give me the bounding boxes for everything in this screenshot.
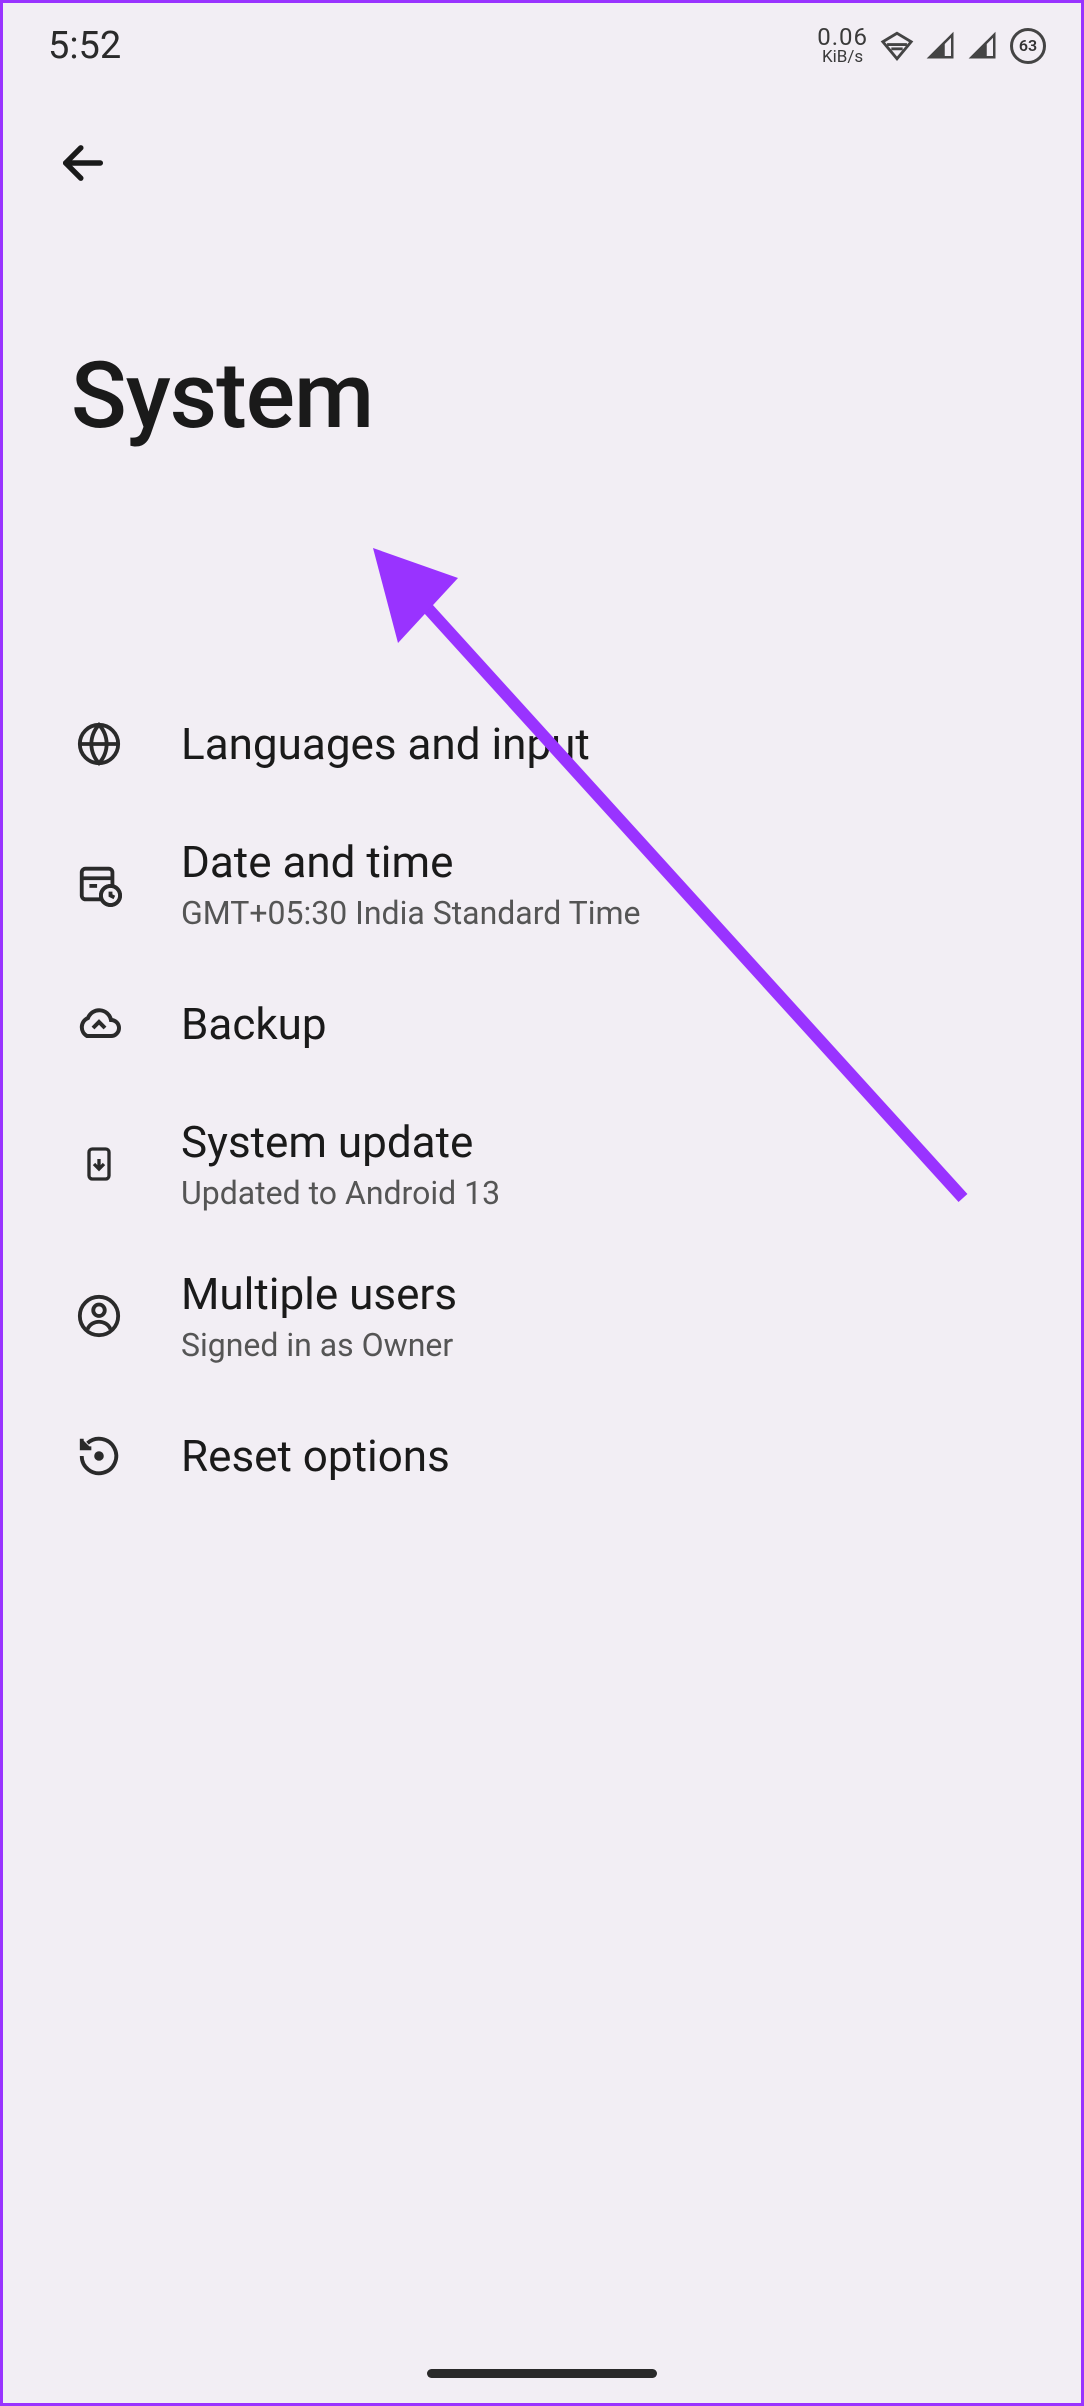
reset-icon xyxy=(75,1432,123,1480)
menu-item-title: Reset options xyxy=(181,1430,450,1482)
signal-icon-1 xyxy=(926,31,956,61)
calendar-clock-icon xyxy=(75,860,123,908)
globe-icon xyxy=(75,720,123,768)
menu-item-title: Multiple users xyxy=(181,1268,457,1320)
page-title: System xyxy=(3,193,1081,450)
phone-download-icon xyxy=(75,1140,123,1188)
status-right: 0.06 KiB/s 63 xyxy=(817,25,1046,66)
menu-list: Languages and input Date and time GMT+05… xyxy=(3,450,1081,1520)
menu-item-subtitle: Updated to Android 13 xyxy=(181,1174,500,1212)
menu-item-subtitle: GMT+05:30 India Standard Time xyxy=(181,894,641,932)
menu-item-date-time[interactable]: Date and time GMT+05:30 India Standard T… xyxy=(3,808,1081,960)
menu-item-system-update[interactable]: System update Updated to Android 13 xyxy=(3,1088,1081,1240)
menu-item-backup[interactable]: Backup xyxy=(3,960,1081,1088)
user-circle-icon xyxy=(75,1292,123,1340)
menu-item-subtitle: Signed in as Owner xyxy=(181,1326,457,1364)
battery-indicator: 63 xyxy=(1010,28,1046,64)
menu-item-title: Languages and input xyxy=(181,718,590,770)
data-rate-unit: KiB/s xyxy=(822,49,863,66)
signal-icon-2 xyxy=(968,31,998,61)
data-rate-value: 0.06 xyxy=(817,25,868,49)
status-time: 5:52 xyxy=(48,24,121,68)
back-button[interactable] xyxy=(53,133,113,193)
status-bar: 5:52 0.06 KiB/s 63 xyxy=(3,3,1081,78)
navigation-handle[interactable] xyxy=(427,2369,657,2378)
cloud-upload-icon xyxy=(75,1000,123,1048)
menu-item-title: System update xyxy=(181,1116,500,1168)
menu-item-title: Backup xyxy=(181,998,327,1050)
menu-item-multiple-users[interactable]: Multiple users Signed in as Owner xyxy=(3,1240,1081,1392)
data-rate-indicator: 0.06 KiB/s xyxy=(817,25,868,66)
menu-item-title: Date and time xyxy=(181,836,641,888)
menu-item-reset-options[interactable]: Reset options xyxy=(3,1392,1081,1520)
wifi-icon xyxy=(880,29,914,63)
menu-item-languages-input[interactable]: Languages and input xyxy=(3,680,1081,808)
